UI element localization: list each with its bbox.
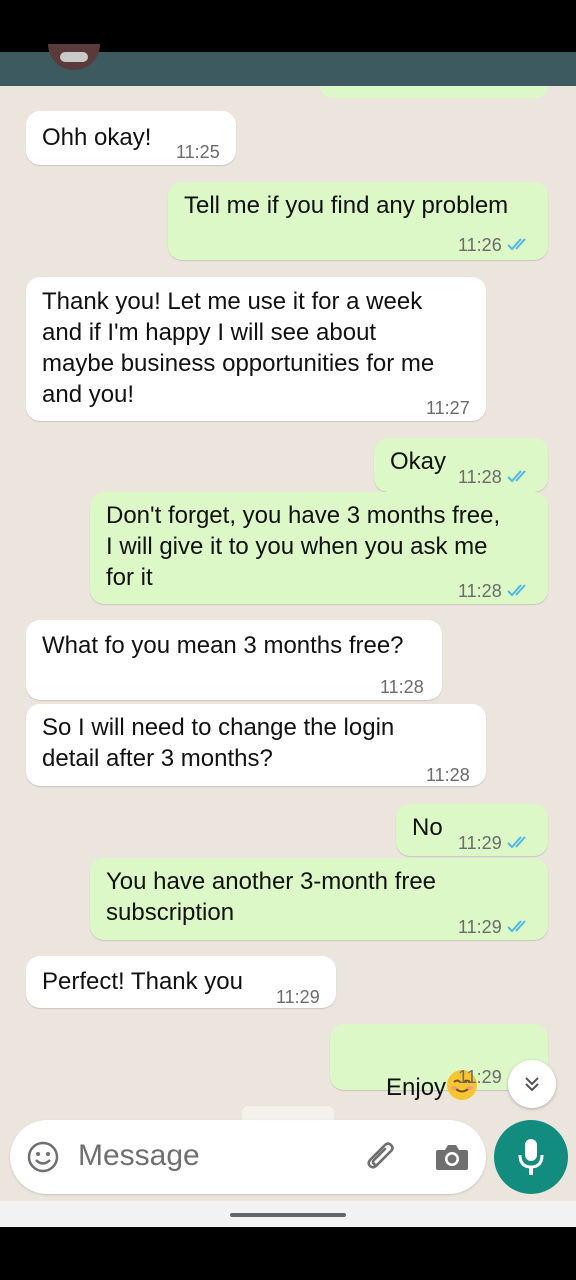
message-time: 11:28 xyxy=(426,765,470,785)
message-time: 11:27 xyxy=(426,398,470,418)
message-time: 11:29 xyxy=(458,828,532,859)
double-check-icon xyxy=(506,236,532,252)
bottom-bezel xyxy=(0,1227,576,1280)
chat-area[interactable]: Ohh okay! 11:25 Tell me if you find any … xyxy=(0,86,576,1201)
message-text: Thank you! Let me use it for a week and … xyxy=(42,288,435,408)
message-time: 11:26 xyxy=(458,230,532,261)
paperclip-icon[interactable] xyxy=(362,1138,400,1176)
message-composer[interactable]: Message xyxy=(10,1120,486,1194)
home-indicator[interactable] xyxy=(230,1213,346,1217)
double-chevron-down-icon xyxy=(525,1077,539,1092)
microphone-icon xyxy=(518,1139,544,1175)
message-bubble-outgoing[interactable]: Okay 11:28 xyxy=(374,438,548,492)
message-text: You have another 3-month free subscripti… xyxy=(106,868,437,926)
message-bubble-outgoing[interactable]: Tell me if you find any problem 11:26 xyxy=(168,182,548,260)
message-time-label: 11:29 xyxy=(458,833,502,853)
message-time-label: 11:26 xyxy=(458,235,502,255)
message-text: No xyxy=(412,814,443,841)
message-text: Okay xyxy=(390,448,447,475)
message-text: Perfect! Thank you xyxy=(42,968,243,995)
message-text: So I will need to change the login detai… xyxy=(42,714,395,772)
message-input[interactable]: Message xyxy=(78,1139,200,1173)
message-bubble-outgoing[interactable]: No 11:29 xyxy=(396,804,548,856)
microphone-button[interactable] xyxy=(494,1120,568,1194)
double-check-icon xyxy=(506,468,532,484)
double-check-icon xyxy=(506,582,532,598)
previous-message-bubble xyxy=(320,86,548,98)
message-text: Tell me if you find any problem xyxy=(184,192,509,219)
double-check-icon xyxy=(506,834,532,850)
double-check-icon xyxy=(506,918,532,934)
message-bubble-incoming[interactable]: Ohh okay! 11:25 xyxy=(26,111,236,165)
message-time: 11:25 xyxy=(176,142,220,162)
message-time: 11:29 xyxy=(276,987,320,1007)
message-time: 11:28 xyxy=(380,677,424,697)
smiley-icon[interactable] xyxy=(26,1140,60,1174)
message-time: 11:29 xyxy=(458,912,532,943)
message-time-label: 11:29 xyxy=(458,917,502,937)
message-bubble-incoming[interactable]: So I will need to change the login detai… xyxy=(26,704,486,786)
message-time: 11:28 xyxy=(458,462,532,493)
message-time: 11:28 xyxy=(458,576,532,607)
message-text: Don't forget, you have 3 months free, I … xyxy=(106,502,501,591)
scroll-to-bottom-button[interactable] xyxy=(508,1060,556,1108)
message-time-label: 11:28 xyxy=(458,467,502,487)
message-bubble-outgoing[interactable]: You have another 3-month free subscripti… xyxy=(90,858,548,940)
message-bubble-outgoing[interactable]: Don't forget, you have 3 months free, I … xyxy=(90,492,548,604)
message-bubble-incoming[interactable]: Thank you! Let me use it for a week and … xyxy=(26,277,486,421)
date-pill xyxy=(242,1106,334,1120)
message-text: What fo you mean 3 months free? xyxy=(42,632,404,659)
camera-icon[interactable] xyxy=(434,1140,470,1174)
message-time: 11:29 xyxy=(458,1067,502,1087)
message-bubble-incoming[interactable]: Perfect! Thank you 11:29 xyxy=(26,956,336,1008)
message-text: Ohh okay! xyxy=(42,124,152,151)
message-bubble-incoming[interactable]: What fo you mean 3 months free? 11:28 xyxy=(26,620,442,700)
message-text-label: Enjoy xyxy=(386,1074,447,1101)
message-time-label: 11:28 xyxy=(458,581,502,601)
